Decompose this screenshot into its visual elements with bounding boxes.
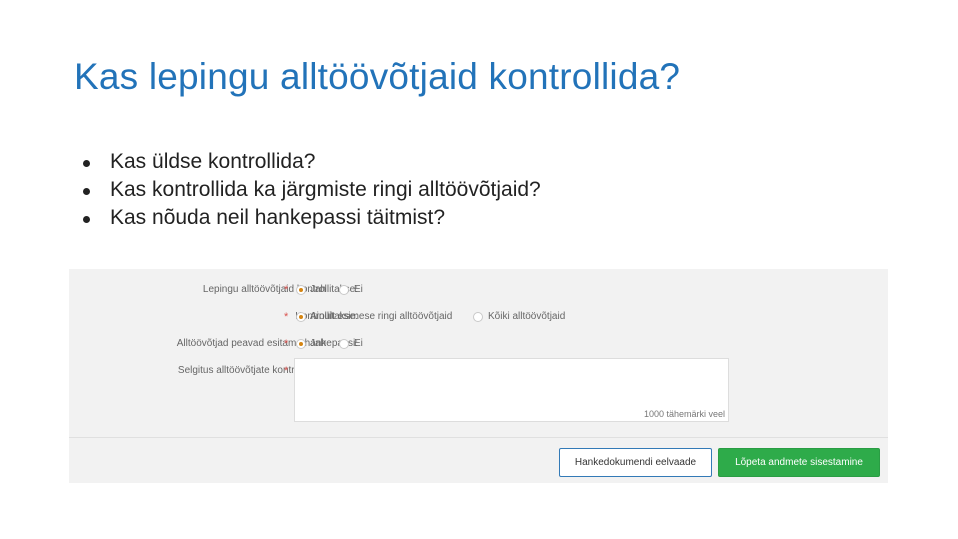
bullet-text: Kas üldse kontrollida? — [110, 150, 316, 173]
preview-document-button[interactable]: Hankedokumendi eelvaade — [559, 448, 712, 477]
field-label: Alltöövõtjad peavad esitama hankepassi: — [176, 338, 358, 349]
radio-no[interactable] — [339, 339, 349, 349]
required-mark: * — [284, 284, 289, 296]
radio-first-tier[interactable] — [296, 312, 306, 322]
radio-label[interactable]: Jah — [310, 338, 326, 349]
radio-label[interactable]: Kõiki alltöövõtjaid — [488, 311, 565, 322]
required-mark: * — [284, 338, 289, 350]
bullet-dot-icon — [83, 188, 90, 195]
radio-yes[interactable] — [296, 339, 306, 349]
required-mark: * — [284, 365, 289, 377]
bullet-dot-icon — [83, 216, 90, 223]
bullet-item: Kas üldse kontrollida? — [82, 148, 541, 176]
subcontractor-form: Lepingu alltöövõtjaid kontrollitakse: * … — [69, 269, 888, 483]
radio-label[interactable]: Ei — [354, 284, 363, 295]
bullet-dot-icon — [83, 160, 90, 167]
radio-label[interactable]: Jah — [310, 284, 326, 295]
required-mark: * — [284, 311, 289, 323]
slide-title: Kas lepingu alltöövõtjaid kontrollida? — [74, 56, 681, 97]
finish-entry-button[interactable]: Lõpeta andmete sisestamine — [718, 448, 880, 477]
field-label: Lepingu alltöövõtjaid kontrollitakse: — [202, 284, 358, 295]
bullet-item: Kas nõuda neil hankepassi täitmist? — [82, 204, 541, 232]
radio-yes[interactable] — [296, 285, 306, 295]
form-row-control-scope: Kontrollitakse: * Ainult esimese ringi a… — [69, 308, 888, 328]
explanation-textarea[interactable]: 1000 tähemärki veel — [294, 358, 729, 422]
form-row-control-subcontractors: Lepingu alltöövõtjaid kontrollitakse: * … — [69, 281, 888, 301]
radio-label[interactable]: Ei — [354, 338, 363, 349]
form-row-require-passport: Alltöövõtjad peavad esitama hankepassi: … — [69, 335, 888, 355]
radio-label[interactable]: Ainult esimese ringi alltöövõtjaid — [310, 311, 452, 322]
bullet-text: Kas kontrollida ka järgmiste ringi alltö… — [110, 178, 541, 201]
radio-no[interactable] — [339, 285, 349, 295]
bullet-text: Kas nõuda neil hankepassi täitmist? — [110, 206, 446, 229]
radio-all-tiers[interactable] — [473, 312, 483, 322]
bullet-list: Kas üldse kontrollida? Kas kontrollida k… — [82, 148, 541, 232]
divider — [69, 437, 888, 438]
character-counter: 1000 tähemärki veel — [643, 409, 725, 419]
bullet-item: Kas kontrollida ka järgmiste ringi alltö… — [82, 176, 541, 204]
